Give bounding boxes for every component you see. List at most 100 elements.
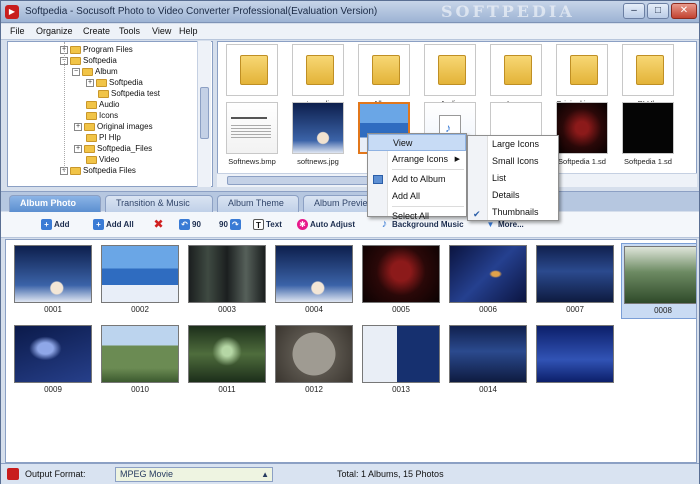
text-button[interactable]: T Text: [253, 218, 282, 232]
folder-thumb-frame: [292, 44, 344, 96]
tree-item-icons[interactable]: Icons: [86, 110, 118, 121]
delete-icon: ✖: [153, 217, 164, 232]
tree-item-softpedia-files[interactable]: + Softpedia_Files: [74, 143, 152, 154]
app-icon: ▶: [5, 5, 19, 19]
context-menu-add-all[interactable]: Add All: [368, 188, 466, 205]
maximize-button[interactable]: □: [647, 3, 669, 19]
context-menu-select-all[interactable]: Select All: [368, 208, 466, 225]
album-photo-label: 0005: [392, 305, 410, 314]
folder-icon: [86, 100, 97, 109]
tree-guide-line: [64, 42, 65, 172]
folder-icon: [570, 55, 598, 85]
folder-icon: [372, 55, 400, 85]
submenu-thumbnails[interactable]: ✔ Thumbnails: [468, 204, 558, 221]
file-thumb-image: [622, 102, 674, 154]
album-photo-item[interactable]: 0007: [534, 243, 616, 319]
add-all-icon: +: [93, 219, 104, 231]
add-button[interactable]: + Add: [41, 218, 70, 232]
tree-item-program-files[interactable]: + Program Files: [60, 44, 133, 55]
delete-button[interactable]: ✖: [153, 218, 166, 232]
album-photo-label: 0002: [131, 305, 149, 314]
album-photo-label: 0004: [305, 305, 323, 314]
album-photo-item[interactable]: 0004: [273, 243, 355, 319]
album-photo-item[interactable]: [534, 323, 616, 399]
menu-tools[interactable]: Tools: [116, 26, 143, 36]
album-photo-label: 0012: [305, 385, 323, 394]
close-button[interactable]: ✕: [671, 3, 697, 19]
output-format-label: Output Format:: [25, 469, 86, 479]
folder-thumb-frame: [424, 44, 476, 96]
folder-icon: [636, 55, 664, 85]
album-photo-item[interactable]: 0009: [12, 323, 94, 399]
tab-album-theme[interactable]: Album Theme: [217, 195, 299, 212]
file-item[interactable]: Softpedia 1.sd: [553, 102, 611, 172]
file-item[interactable]: Softnews.bmp: [223, 102, 281, 172]
menu-file[interactable]: File: [7, 26, 28, 36]
add-icon: +: [41, 219, 52, 231]
folder-icon: [84, 144, 95, 153]
folder-icon: [438, 55, 466, 85]
album-photo-thumb: [275, 325, 353, 383]
album-photo-item[interactable]: 0013: [360, 323, 442, 399]
expand-icon[interactable]: +: [86, 78, 94, 87]
album-photo-item[interactable]: 0010: [99, 323, 181, 399]
minimize-button[interactable]: –: [623, 3, 645, 19]
menu-view[interactable]: View: [149, 26, 174, 36]
album-photo-item[interactable]: 0002: [99, 243, 181, 319]
tab-transition-music[interactable]: Transition & Music: [105, 195, 213, 212]
auto-adjust-button[interactable]: ✱ Auto Adjust: [297, 218, 355, 232]
context-menu: View Arrange Icons ▶ Add to Album Add All…: [367, 133, 467, 221]
tree-item-softpedia[interactable]: − Softpedia: [60, 55, 117, 66]
expand-icon[interactable]: +: [74, 122, 82, 131]
folder-icon: [98, 89, 109, 98]
tree-item-softpedia-test[interactable]: Softpedia test: [98, 88, 160, 99]
rotate-left-button[interactable]: ↶ 90: [179, 218, 201, 232]
album-photo-item[interactable]: 0008: [621, 243, 696, 319]
tree-item-album-softpedia[interactable]: + Softpedia: [86, 77, 143, 88]
album-photo-item[interactable]: 0011: [186, 323, 268, 399]
output-format-select[interactable]: MPEG Movie ▲: [115, 467, 273, 482]
folder-icon: [306, 55, 334, 85]
folder-thumb-frame: [358, 44, 410, 96]
file-item[interactable]: softnews.jpg: [289, 102, 347, 172]
album-photo-item[interactable]: 0012: [273, 323, 355, 399]
context-menu-arrange-icons[interactable]: Arrange Icons ▶: [368, 151, 466, 168]
submenu-small-icons[interactable]: Small Icons: [468, 153, 558, 170]
rotate-right-button[interactable]: 90 ↷: [219, 218, 243, 232]
tree-item-audio[interactable]: Audio: [86, 99, 119, 110]
album-photo-item[interactable]: 0014: [447, 323, 529, 399]
album-photo-thumb: [14, 325, 92, 383]
submenu-list[interactable]: List: [468, 170, 558, 187]
album-photo-thumb: [188, 245, 266, 303]
file-item[interactable]: Softpedia 1.sd: [619, 102, 677, 172]
tab-album-photo[interactable]: Album Photo: [9, 195, 101, 212]
tree-item-video[interactable]: Video: [86, 154, 119, 165]
context-menu-add-to-album[interactable]: Add to Album: [368, 171, 466, 188]
tree-scroll-thumb[interactable]: [200, 87, 209, 139]
tree-item-album[interactable]: − Album: [72, 66, 118, 77]
submenu-details[interactable]: Details: [468, 187, 558, 204]
album-photo-item[interactable]: 0005: [360, 243, 442, 319]
album-photo-item[interactable]: 0001: [12, 243, 94, 319]
submenu-arrow-icon: ▶: [454, 156, 460, 163]
tree-scrollbar[interactable]: [197, 41, 211, 187]
menu-organize[interactable]: Organize: [33, 26, 76, 36]
context-menu-view[interactable]: View: [368, 134, 466, 151]
collapse-icon[interactable]: −: [72, 67, 80, 76]
menu-create[interactable]: Create: [80, 26, 113, 36]
add-all-button[interactable]: + Add All: [93, 218, 134, 232]
album-photo-item[interactable]: 0006: [447, 243, 529, 319]
album-photo-label: 0006: [479, 305, 497, 314]
album-photo-thumb: [275, 245, 353, 303]
menu-help[interactable]: Help: [176, 26, 201, 36]
folder-icon: [70, 166, 81, 175]
album-photo-item[interactable]: 0003: [186, 243, 268, 319]
tree-item-original-images[interactable]: + Original images: [74, 121, 153, 132]
file-thumb-image: [292, 102, 344, 154]
tree-item-softpedia-files-root[interactable]: + Softpedia Files: [60, 165, 136, 176]
submenu-large-icons[interactable]: Large Icons: [468, 136, 558, 153]
tree-item-pi-hlp[interactable]: PI Hlp: [86, 132, 121, 143]
folder-icon: [86, 155, 97, 164]
expand-icon[interactable]: +: [74, 144, 82, 153]
auto-adjust-icon: ✱: [297, 219, 308, 231]
